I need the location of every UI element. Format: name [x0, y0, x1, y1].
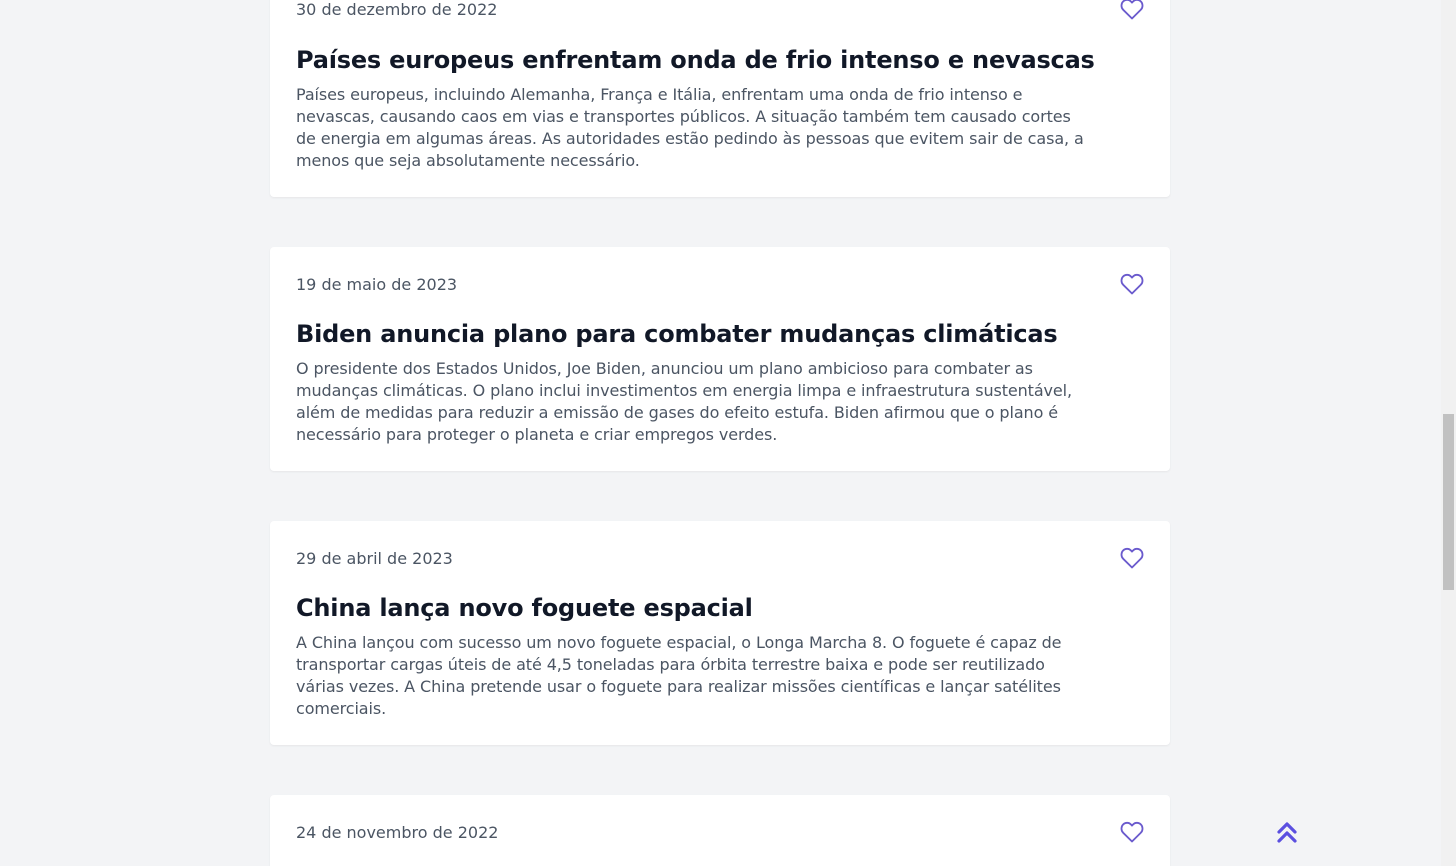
heart-outline-icon [1120, 547, 1144, 569]
news-date: 29 de abril de 2023 [296, 549, 453, 568]
news-summary-line: comerciais. [296, 699, 387, 718]
news-date: 24 de novembro de 2022 [296, 823, 499, 842]
news-summary-line: O presidente dos Estados Unidos, Joe Bid… [296, 359, 1033, 378]
back-to-top-button[interactable] [1276, 821, 1298, 845]
news-title[interactable]: China lança novo foguete espacial [296, 593, 1144, 623]
favorite-button[interactable] [1120, 0, 1144, 20]
news-summary-line: além de medidas para reduzir a emissão d… [296, 403, 1058, 422]
news-date: 30 de dezembro de 2022 [296, 0, 498, 19]
favorite-button[interactable] [1120, 273, 1144, 295]
heart-outline-icon [1120, 273, 1144, 295]
news-date: 19 de maio de 2023 [296, 275, 458, 294]
vertical-scrollbar[interactable] [1441, 0, 1456, 866]
news-card: 24 de novembro de 2022 [270, 795, 1170, 866]
news-summary-line: várias vezes. A China pretende usar o fo… [296, 677, 1061, 696]
news-summary-line: Países europeus, incluindo Alemanha, Fra… [296, 85, 1023, 104]
favorite-button[interactable] [1120, 547, 1144, 569]
news-summary: Países europeus, incluindo Alemanha, Fra… [296, 84, 1146, 172]
news-card: 29 de abril de 2023 China lança novo fog… [270, 521, 1170, 745]
news-summary-line: mudanças climáticas. O plano inclui inve… [296, 381, 1073, 400]
heart-outline-icon [1120, 821, 1144, 843]
news-summary-line: necessário para proteger o planeta e cri… [296, 425, 778, 444]
favorite-button[interactable] [1120, 821, 1144, 843]
news-summary-line: nevascas, causando caos em vias e transp… [296, 107, 1071, 126]
news-card: 19 de maio de 2023 Biden anuncia plano p… [270, 247, 1170, 471]
news-title[interactable]: Biden anuncia plano para combater mudanç… [296, 319, 1144, 349]
scrollbar-thumb[interactable] [1443, 414, 1454, 590]
news-card: 30 de dezembro de 2022 Países europeus e… [270, 0, 1170, 197]
news-summary-line: transportar cargas úteis de até 4,5 tone… [296, 655, 1045, 674]
news-summary-line: de energia em algumas áreas. As autorida… [296, 129, 1084, 148]
news-summary-line: A China lançou com sucesso um novo fogue… [296, 633, 1062, 652]
heart-outline-icon [1120, 0, 1144, 20]
page-viewport: 30 de dezembro de 2022 Países europeus e… [0, 0, 1456, 866]
news-summary: A China lançou com sucesso um novo fogue… [296, 632, 1146, 720]
news-title[interactable]: Países europeus enfrentam onda de frio i… [296, 45, 1144, 75]
news-summary-line: menos que seja absolutamente necessário. [296, 151, 640, 170]
news-summary: O presidente dos Estados Unidos, Joe Bid… [296, 358, 1146, 446]
double-chevron-up-icon [1277, 822, 1297, 843]
